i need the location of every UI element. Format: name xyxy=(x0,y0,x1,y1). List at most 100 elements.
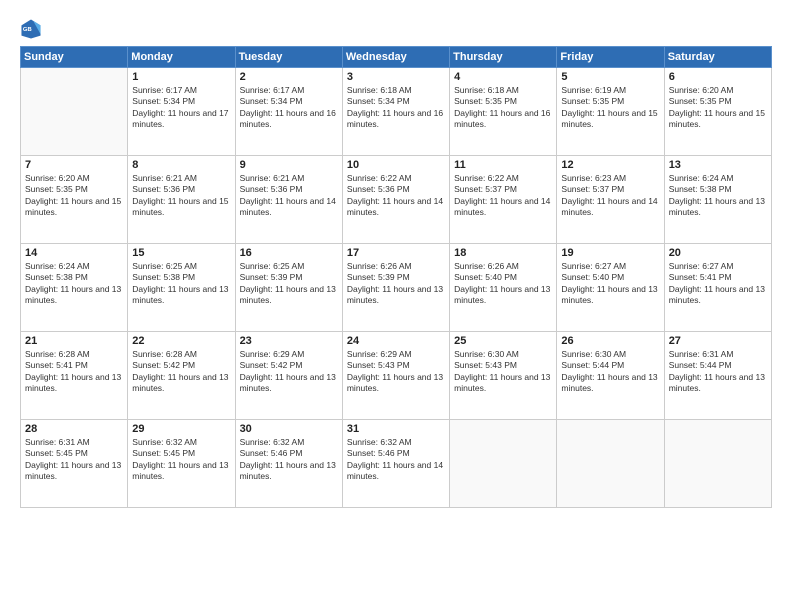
day-number: 26 xyxy=(561,335,659,347)
day-number: 29 xyxy=(132,423,230,435)
day-info: Sunrise: 6:32 AM Sunset: 5:46 PM Dayligh… xyxy=(347,437,445,483)
weekday-header-monday: Monday xyxy=(128,47,235,68)
day-number: 22 xyxy=(132,335,230,347)
day-info: Sunrise: 6:24 AM Sunset: 5:38 PM Dayligh… xyxy=(669,173,767,219)
day-number: 17 xyxy=(347,247,445,259)
calendar-cell: 30 Sunrise: 6:32 AM Sunset: 5:46 PM Dayli… xyxy=(235,420,342,508)
day-number: 3 xyxy=(347,71,445,83)
calendar-cell: 22 Sunrise: 6:28 AM Sunset: 5:42 PM Dayli… xyxy=(128,332,235,420)
calendar-cell: 10Sunrise: 6:22 AM Sunset: 5:36 PM Dayli… xyxy=(342,156,449,244)
logo: GB xyxy=(20,18,46,40)
day-number: 28 xyxy=(25,423,123,435)
day-number: 15 xyxy=(132,247,230,259)
day-info: Sunrise: 6:28 AM Sunset: 5:42 PM Dayligh… xyxy=(132,349,230,395)
day-info: Sunrise: 6:28 AM Sunset: 5:41 PM Dayligh… xyxy=(25,349,123,395)
header: GB xyxy=(20,18,772,40)
calendar-week-3: 21 Sunrise: 6:28 AM Sunset: 5:41 PM Dayli… xyxy=(21,332,772,420)
day-number: 12 xyxy=(561,159,659,171)
day-info: Sunrise: 6:20 AM Sunset: 5:35 PM Dayligh… xyxy=(669,85,767,131)
day-number: 16 xyxy=(240,247,338,259)
calendar-cell: 6 Sunrise: 6:20 AM Sunset: 5:35 PM Daylig… xyxy=(664,68,771,156)
day-number: 1 xyxy=(132,71,230,83)
day-info: Sunrise: 6:26 AM Sunset: 5:39 PM Dayligh… xyxy=(347,261,445,307)
weekday-header-friday: Friday xyxy=(557,47,664,68)
calendar-week-2: 14 Sunrise: 6:24 AM Sunset: 5:38 PM Dayli… xyxy=(21,244,772,332)
day-number: 8 xyxy=(132,159,230,171)
day-number: 30 xyxy=(240,423,338,435)
calendar-cell: 18 Sunrise: 6:26 AM Sunset: 5:40 PM Dayli… xyxy=(450,244,557,332)
calendar-cell: 24Sunrise: 6:29 AM Sunset: 5:43 PM Dayli… xyxy=(342,332,449,420)
day-number: 9 xyxy=(240,159,338,171)
day-number: 11 xyxy=(454,159,552,171)
day-number: 6 xyxy=(669,71,767,83)
day-info: Sunrise: 6:21 AM Sunset: 5:36 PM Dayligh… xyxy=(240,173,338,219)
day-info: Sunrise: 6:29 AM Sunset: 5:42 PM Dayligh… xyxy=(240,349,338,395)
day-info: Sunrise: 6:32 AM Sunset: 5:45 PM Dayligh… xyxy=(132,437,230,483)
calendar-header: SundayMondayTuesdayWednesdayThursdayFrid… xyxy=(21,47,772,68)
day-info: Sunrise: 6:21 AM Sunset: 5:36 PM Dayligh… xyxy=(132,173,230,219)
day-number: 31 xyxy=(347,423,445,435)
calendar-cell: 13 Sunrise: 6:24 AM Sunset: 5:38 PM Dayli… xyxy=(664,156,771,244)
day-number: 2 xyxy=(240,71,338,83)
calendar-cell: 29 Sunrise: 6:32 AM Sunset: 5:45 PM Dayli… xyxy=(128,420,235,508)
day-info: Sunrise: 6:30 AM Sunset: 5:43 PM Dayligh… xyxy=(454,349,552,395)
day-number: 13 xyxy=(669,159,767,171)
calendar-cell: 15 Sunrise: 6:25 AM Sunset: 5:38 PM Dayli… xyxy=(128,244,235,332)
calendar-cell: 20 Sunrise: 6:27 AM Sunset: 5:41 PM Dayli… xyxy=(664,244,771,332)
day-number: 7 xyxy=(25,159,123,171)
day-number: 20 xyxy=(669,247,767,259)
day-number: 4 xyxy=(454,71,552,83)
day-info: Sunrise: 6:19 AM Sunset: 5:35 PM Dayligh… xyxy=(561,85,659,131)
calendar-body: 1 Sunrise: 6:17 AM Sunset: 5:34 PM Daylig… xyxy=(21,68,772,508)
day-number: 14 xyxy=(25,247,123,259)
day-info: Sunrise: 6:20 AM Sunset: 5:35 PM Dayligh… xyxy=(25,173,123,219)
day-number: 18 xyxy=(454,247,552,259)
svg-text:GB: GB xyxy=(23,27,32,33)
day-number: 24 xyxy=(347,335,445,347)
day-info: Sunrise: 6:25 AM Sunset: 5:38 PM Dayligh… xyxy=(132,261,230,307)
calendar-cell xyxy=(557,420,664,508)
calendar-week-4: 28Sunrise: 6:31 AM Sunset: 5:45 PM Dayli… xyxy=(21,420,772,508)
day-info: Sunrise: 6:32 AM Sunset: 5:46 PM Dayligh… xyxy=(240,437,338,483)
calendar-cell: 11 Sunrise: 6:22 AM Sunset: 5:37 PM Dayli… xyxy=(450,156,557,244)
calendar-cell: 26Sunrise: 6:30 AM Sunset: 5:44 PM Dayli… xyxy=(557,332,664,420)
calendar-cell: 7 Sunrise: 6:20 AM Sunset: 5:35 PM Daylig… xyxy=(21,156,128,244)
day-number: 5 xyxy=(561,71,659,83)
calendar-cell xyxy=(21,68,128,156)
day-info: Sunrise: 6:24 AM Sunset: 5:38 PM Dayligh… xyxy=(25,261,123,307)
calendar-cell: 8 Sunrise: 6:21 AM Sunset: 5:36 PM Daylig… xyxy=(128,156,235,244)
calendar-cell: 3 Sunrise: 6:18 AM Sunset: 5:34 PM Daylig… xyxy=(342,68,449,156)
day-info: Sunrise: 6:22 AM Sunset: 5:37 PM Dayligh… xyxy=(454,173,552,219)
weekday-row: SundayMondayTuesdayWednesdayThursdayFrid… xyxy=(21,47,772,68)
calendar-cell: 27Sunrise: 6:31 AM Sunset: 5:44 PM Dayli… xyxy=(664,332,771,420)
weekday-header-thursday: Thursday xyxy=(450,47,557,68)
weekday-header-sunday: Sunday xyxy=(21,47,128,68)
day-number: 23 xyxy=(240,335,338,347)
calendar-week-1: 7 Sunrise: 6:20 AM Sunset: 5:35 PM Daylig… xyxy=(21,156,772,244)
calendar-cell: 31 Sunrise: 6:32 AM Sunset: 5:46 PM Dayli… xyxy=(342,420,449,508)
day-number: 25 xyxy=(454,335,552,347)
calendar-cell: 1Sunrise: 6:17 AM Sunset: 5:34 PM Daylig… xyxy=(128,68,235,156)
day-info: Sunrise: 6:17 AM Sunset: 5:34 PM Dayligh… xyxy=(240,85,338,131)
calendar-cell: 21 Sunrise: 6:28 AM Sunset: 5:41 PM Dayli… xyxy=(21,332,128,420)
calendar-cell: 4Sunrise: 6:18 AM Sunset: 5:35 PM Daylig… xyxy=(450,68,557,156)
day-number: 21 xyxy=(25,335,123,347)
calendar-cell: 17 Sunrise: 6:26 AM Sunset: 5:39 PM Dayli… xyxy=(342,244,449,332)
day-info: Sunrise: 6:23 AM Sunset: 5:37 PM Dayligh… xyxy=(561,173,659,219)
calendar-cell: 23 Sunrise: 6:29 AM Sunset: 5:42 PM Dayli… xyxy=(235,332,342,420)
day-info: Sunrise: 6:27 AM Sunset: 5:41 PM Dayligh… xyxy=(669,261,767,307)
day-info: Sunrise: 6:27 AM Sunset: 5:40 PM Dayligh… xyxy=(561,261,659,307)
day-number: 19 xyxy=(561,247,659,259)
day-info: Sunrise: 6:26 AM Sunset: 5:40 PM Dayligh… xyxy=(454,261,552,307)
calendar-cell xyxy=(450,420,557,508)
calendar-cell: 12 Sunrise: 6:23 AM Sunset: 5:37 PM Dayli… xyxy=(557,156,664,244)
weekday-header-saturday: Saturday xyxy=(664,47,771,68)
weekday-header-wednesday: Wednesday xyxy=(342,47,449,68)
calendar-cell: 16 Sunrise: 6:25 AM Sunset: 5:39 PM Dayli… xyxy=(235,244,342,332)
calendar-cell: 2 Sunrise: 6:17 AM Sunset: 5:34 PM Daylig… xyxy=(235,68,342,156)
day-info: Sunrise: 6:25 AM Sunset: 5:39 PM Dayligh… xyxy=(240,261,338,307)
calendar-table: SundayMondayTuesdayWednesdayThursdayFrid… xyxy=(20,46,772,508)
page: GB SundayMondayTuesdayWednesdayThursdayF… xyxy=(0,0,792,612)
day-info: Sunrise: 6:18 AM Sunset: 5:34 PM Dayligh… xyxy=(347,85,445,131)
day-info: Sunrise: 6:31 AM Sunset: 5:44 PM Dayligh… xyxy=(669,349,767,395)
